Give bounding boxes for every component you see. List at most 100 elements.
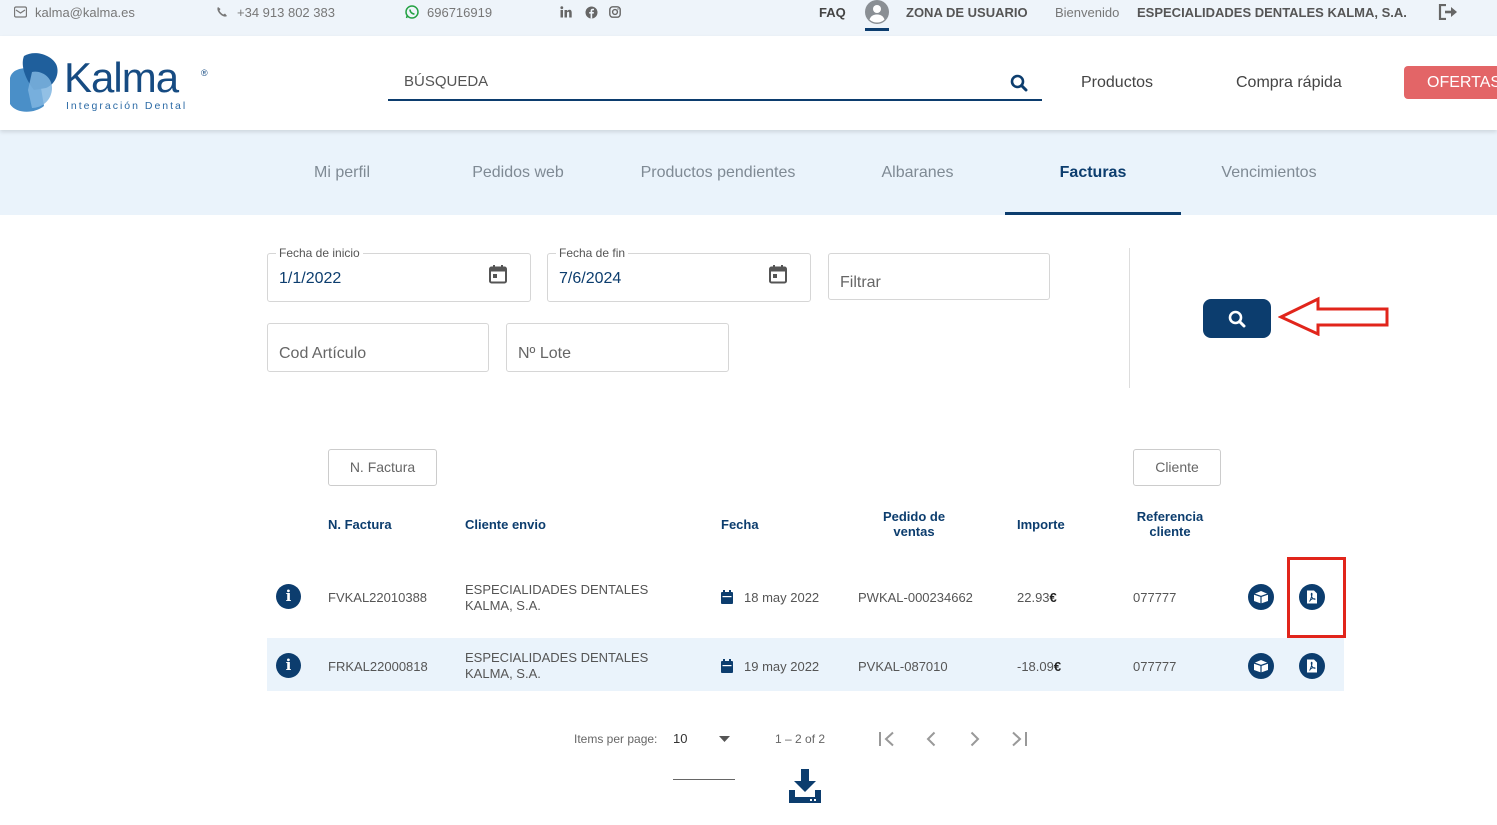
tab-mi-perfil[interactable]: Mi perfil xyxy=(254,130,430,215)
delivery-box-button[interactable] xyxy=(1248,584,1274,610)
search-icon xyxy=(1228,310,1246,327)
header-invoice-number[interactable]: N. Factura xyxy=(328,517,392,532)
chevron-down-icon[interactable] xyxy=(719,736,730,742)
header-ship-client[interactable]: Cliente envio xyxy=(465,517,546,532)
tab-pedidos-web[interactable]: Pedidos web xyxy=(430,130,606,215)
ship-client: ESPECIALIDADES DENTALES KALMA, S.A. xyxy=(465,650,648,682)
user-menu-underline xyxy=(865,28,889,31)
account-tabs: Mi perfil Pedidos web Productos pendient… xyxy=(0,130,1497,215)
calendar-icon[interactable] xyxy=(768,264,788,285)
end-date-value: 7/6/2024 xyxy=(559,270,622,287)
start-date-value: 1/1/2022 xyxy=(279,270,342,287)
next-page-button[interactable] xyxy=(964,728,986,750)
last-page-button[interactable] xyxy=(1008,728,1030,750)
table-row[interactable]: i FVKAL22010388 ESPECIALIDADES DENTALES … xyxy=(267,561,1344,632)
first-page-icon xyxy=(879,731,894,747)
user-zone-link[interactable]: ZONA DE USUARIO xyxy=(906,0,1028,24)
amount: 22.93€ xyxy=(1017,590,1057,605)
pdf-icon xyxy=(1307,659,1317,673)
linkedin-icon xyxy=(560,6,572,18)
previous-page-button[interactable] xyxy=(920,728,942,750)
sales-order: PWKAL-000234662 xyxy=(858,590,973,605)
filter-field[interactable]: Filtrar xyxy=(828,253,1050,300)
download-icon[interactable] xyxy=(788,768,822,804)
table-row[interactable]: i FRKAL22000818 ESPECIALIDADES DENTALES … xyxy=(267,638,1344,691)
header-amount[interactable]: Importe xyxy=(1017,517,1065,532)
search-invoices-button[interactable] xyxy=(1203,299,1271,338)
info-icon[interactable]: i xyxy=(276,653,301,678)
box-icon xyxy=(1253,591,1269,604)
instagram-link[interactable] xyxy=(609,0,629,24)
search-icon[interactable] xyxy=(1010,74,1028,92)
invoice-number: FRKAL22000818 xyxy=(328,659,428,674)
first-page-button[interactable] xyxy=(876,728,898,750)
currency-symbol: € xyxy=(1049,590,1057,605)
logout-button[interactable] xyxy=(1438,0,1467,24)
user-menu[interactable] xyxy=(865,0,897,24)
tab-vencimientos[interactable]: Vencimientos xyxy=(1181,130,1357,215)
client-filter[interactable]: Cliente xyxy=(1133,449,1221,486)
calendar-icon xyxy=(721,659,733,673)
chevron-right-icon xyxy=(970,731,980,747)
chevron-left-icon xyxy=(926,731,936,747)
facebook-icon xyxy=(585,6,598,18)
red-highlight-annotation xyxy=(1287,557,1346,638)
invoice-number: FVKAL22010388 xyxy=(328,590,428,605)
ship-client: ESPECIALIDADES DENTALES KALMA, S.A. xyxy=(465,582,648,614)
user-avatar-icon xyxy=(865,0,889,24)
currency-symbol: € xyxy=(1053,659,1062,674)
start-date-field[interactable]: Fecha de inicio 1/1/2022 xyxy=(267,246,531,302)
client-reference: 077777 xyxy=(1133,659,1177,674)
header-client-reference[interactable]: Referencia cliente xyxy=(1120,509,1220,539)
search-bar xyxy=(388,64,1042,101)
header-client-reference-line1: Referencia xyxy=(1136,509,1204,524)
faq-link[interactable]: FAQ xyxy=(819,0,846,24)
nav-products[interactable]: Productos xyxy=(1081,74,1153,92)
filter-placeholder: Filtrar xyxy=(840,274,881,291)
article-code-placeholder: Cod Artículo xyxy=(279,345,367,362)
invoice-date: 18 may 2022 xyxy=(744,590,820,605)
phone-icon xyxy=(217,7,227,17)
article-code-field[interactable]: Cod Artículo xyxy=(267,323,489,372)
offers-button[interactable]: OFERTAS xyxy=(1404,66,1497,99)
nav-quick-buy[interactable]: Compra rápida xyxy=(1236,74,1342,92)
whatsapp-text: 696716919 xyxy=(427,4,493,20)
lot-number-field[interactable]: Nº Lote xyxy=(506,323,729,372)
tab-albaranes[interactable]: Albaranes xyxy=(830,130,1005,215)
calendar-icon[interactable] xyxy=(488,264,508,285)
invoice-date: 19 may 2022 xyxy=(744,659,820,674)
facebook-link[interactable] xyxy=(585,0,606,24)
top-bar: kalma@kalma.es +34 913 802 383 696716919… xyxy=(0,0,1497,36)
info-icon[interactable]: i xyxy=(276,584,301,609)
logo-wordmark: Kalma xyxy=(64,54,179,101)
amount: -18.09€ xyxy=(1017,659,1061,674)
filters-divider xyxy=(1129,248,1130,388)
download-pdf-button[interactable] xyxy=(1299,653,1325,679)
header-date[interactable]: Fecha xyxy=(721,517,759,532)
linkedin-link[interactable] xyxy=(560,0,580,24)
start-date-label: Fecha de inicio xyxy=(276,246,363,260)
tab-facturas[interactable]: Facturas xyxy=(1005,130,1181,215)
page-size-underline xyxy=(673,779,735,780)
page-size-select[interactable]: 10 xyxy=(673,731,687,746)
whatsapp-icon xyxy=(405,5,419,19)
red-arrow-annotation xyxy=(1278,296,1389,336)
search-input[interactable] xyxy=(388,64,998,98)
lot-number-placeholder: Nº Lote xyxy=(518,345,571,362)
end-date-field[interactable]: Fecha de fin 7/6/2024 xyxy=(547,246,811,302)
sales-order: PVKAL-087010 xyxy=(858,659,948,674)
welcome-text: Bienvenido xyxy=(1055,4,1120,20)
ship-client-line2: KALMA, S.A. xyxy=(465,598,541,613)
email-contact[interactable]: kalma@kalma.es xyxy=(14,0,135,24)
whatsapp-contact[interactable]: 696716919 xyxy=(405,0,492,24)
invoice-number-filter[interactable]: N. Factura xyxy=(328,449,437,486)
logo-registered-mark: ® xyxy=(201,68,208,78)
phone-contact[interactable]: +34 913 802 383 xyxy=(216,0,335,24)
tab-productos-pendientes[interactable]: Productos pendientes xyxy=(606,130,830,215)
header-sales-order[interactable]: Pedido de ventas xyxy=(864,509,964,539)
last-page-icon xyxy=(1012,731,1027,747)
kalma-logo[interactable]: Kalma ® Integración Dental xyxy=(4,50,224,116)
email-text: kalma@kalma.es xyxy=(35,4,135,20)
delivery-box-button[interactable] xyxy=(1248,653,1274,679)
kalma-logo-mark xyxy=(10,53,58,112)
